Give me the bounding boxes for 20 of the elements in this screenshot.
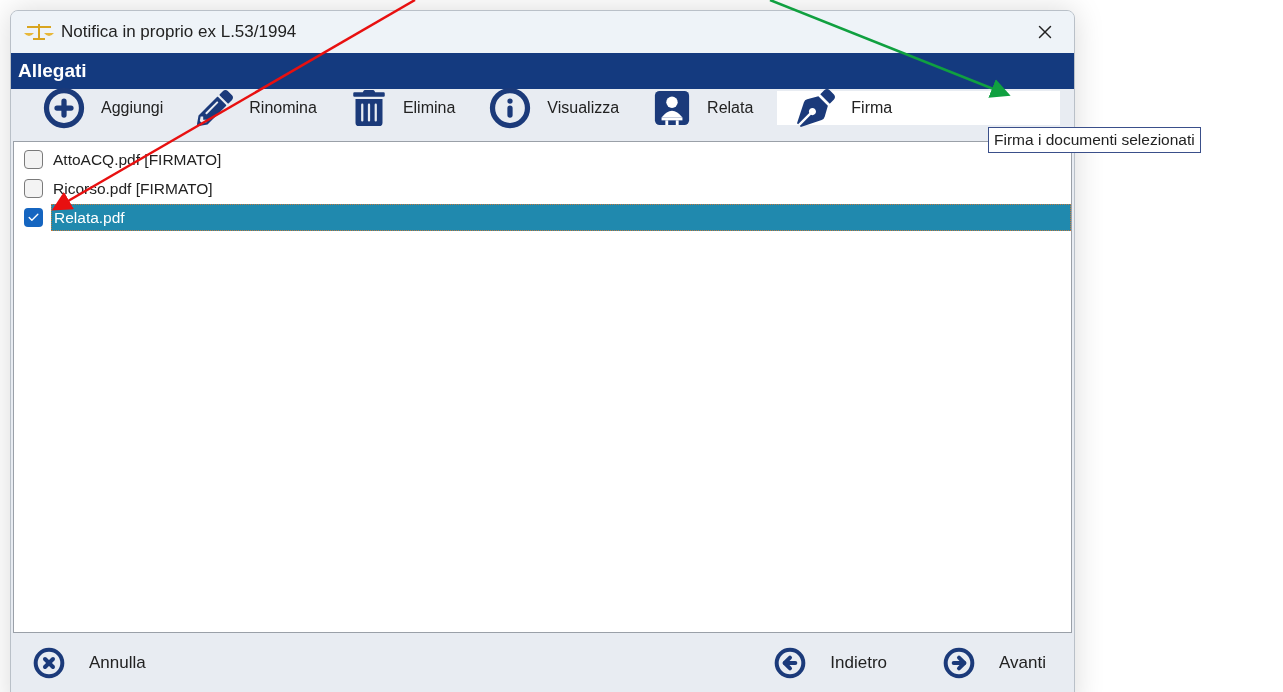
toolbar-button[interactable]: Firma <box>777 91 1060 125</box>
tooltip: Firma i documenti selezionati <box>988 127 1201 153</box>
file-name[interactable]: Relata.pdf <box>51 204 1071 231</box>
nav-button[interactable]: Avanti <box>943 647 1046 679</box>
scales-icon <box>23 23 55 41</box>
window-title: Notifica in proprio ex L.53/1994 <box>61 21 297 44</box>
checkbox[interactable] <box>24 208 43 227</box>
cancel-icon <box>33 647 65 679</box>
nav-button[interactable]: Indietro <box>774 647 888 679</box>
checkbox[interactable] <box>24 179 43 198</box>
check-icon <box>27 211 40 224</box>
toolbar-button[interactable]: Elimina <box>340 91 466 125</box>
toolbar-button[interactable]: Rinomina <box>187 91 327 125</box>
toolbar-button[interactable]: Aggiungi <box>33 91 174 125</box>
cancel-button[interactable]: Annulla <box>33 647 146 679</box>
checkbox[interactable] <box>24 150 43 169</box>
section-title: Allegati <box>18 58 87 83</box>
person-card-icon <box>653 89 692 127</box>
toolbar-button[interactable]: Visualizza <box>479 91 630 125</box>
toolbar-button[interactable]: Relata <box>643 91 764 125</box>
